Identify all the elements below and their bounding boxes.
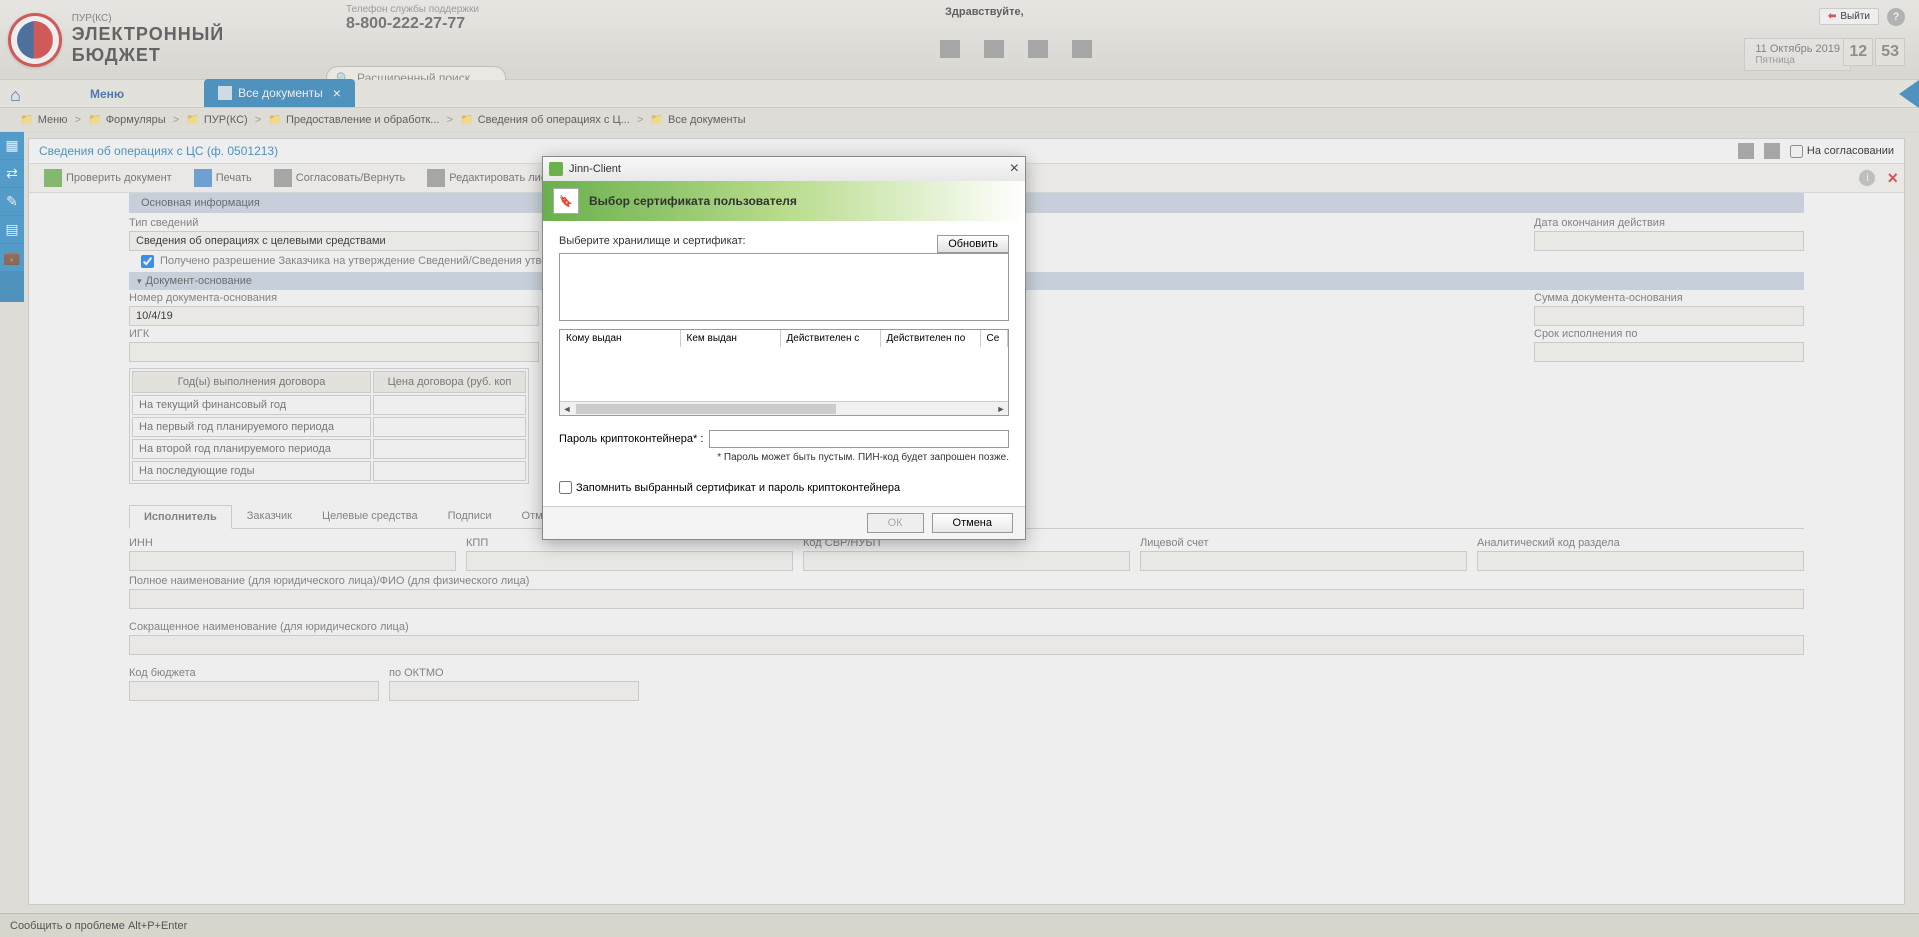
dialog-header: 🔖 Выбор сертификата пользователя [543, 181, 1025, 221]
certificate-table: Кому выдан Кем выдан Действителен с Дейс… [559, 329, 1009, 416]
ok-button[interactable]: ОК [867, 513, 924, 533]
col-valid-to: Действителен по [880, 330, 980, 347]
password-input[interactable] [709, 430, 1009, 448]
remember-checkbox-row[interactable]: Запомнить выбранный сертификат и пароль … [559, 481, 1009, 494]
col-issued-by: Кем выдан [680, 330, 780, 347]
col-valid-from: Действителен с [780, 330, 880, 347]
dialog-footer: ОК Отмена [543, 506, 1025, 539]
dialog-title: Выбор сертификата пользователя [589, 194, 797, 208]
certificate-dialog: Jinn-Client × 🔖 Выбор сертификата пользо… [542, 156, 1026, 540]
dialog-titlebar[interactable]: Jinn-Client × [543, 157, 1025, 181]
dialog-body: Обновить Выберите хранилище и сертификат… [543, 221, 1025, 506]
dialog-close-icon[interactable]: × [1010, 160, 1019, 178]
scroll-thumb[interactable] [576, 404, 836, 414]
certificate-icon: 🔖 [553, 188, 579, 214]
col-issued-to: Кому выдан [560, 330, 680, 347]
certificate-list[interactable] [560, 347, 1008, 401]
remember-checkbox[interactable] [559, 481, 572, 494]
remember-label: Запомнить выбранный сертификат и пароль … [576, 482, 900, 494]
app-icon [549, 162, 563, 176]
storage-listbox[interactable] [559, 253, 1009, 321]
dialog-app-title: Jinn-Client [569, 163, 621, 175]
certificate-scrollbar[interactable]: ◄ ► [560, 401, 1008, 415]
password-hint: * Пароль может быть пустым. ПИН-код буде… [559, 452, 1009, 463]
status-bar: Сообщить о проблеме Alt+P+Enter [0, 913, 1919, 937]
col-serial: Се [980, 330, 1008, 347]
password-row: Пароль криптоконтейнера* : [559, 430, 1009, 448]
cancel-button[interactable]: Отмена [932, 513, 1013, 533]
refresh-button[interactable]: Обновить [937, 235, 1009, 253]
password-label: Пароль криптоконтейнера* : [559, 433, 703, 445]
scroll-right-icon[interactable]: ► [994, 404, 1008, 414]
report-problem-link[interactable]: Сообщить о проблеме Alt+P+Enter [10, 920, 187, 932]
scroll-left-icon[interactable]: ◄ [560, 404, 574, 414]
